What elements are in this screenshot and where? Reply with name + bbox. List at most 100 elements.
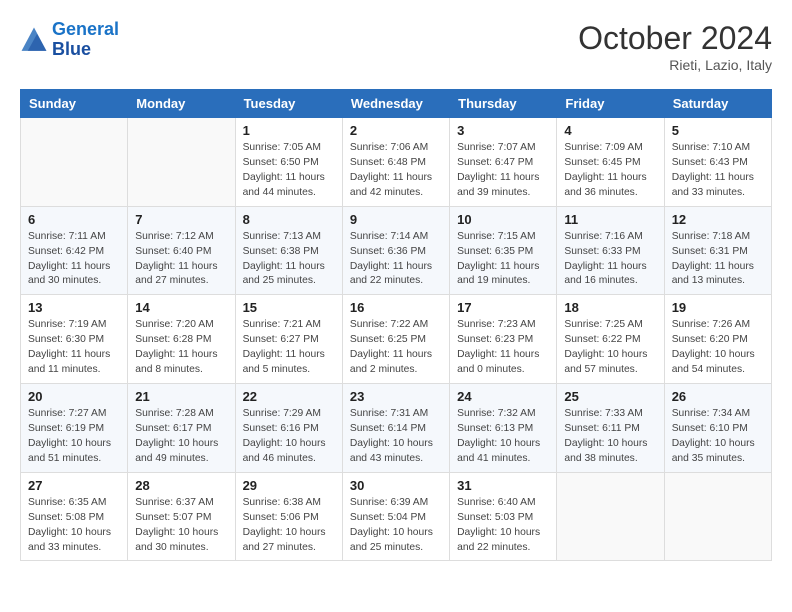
calendar-cell: 6Sunrise: 7:11 AM Sunset: 6:42 PM Daylig… [21, 206, 128, 295]
calendar-cell: 17 Sunrise: 7:23 AM Sunset: 6:23 PM Dayli… [450, 295, 557, 384]
day-number: 11 [564, 212, 656, 227]
day-number: 20 [28, 389, 120, 404]
calendar-cell: 19 Sunrise: 7:26 AM Sunset: 6:20 PM Dayli… [664, 295, 771, 384]
day-number: 23 [350, 389, 442, 404]
day-number: 26 [672, 389, 764, 404]
day-number: 17 [457, 300, 549, 315]
calendar-cell: 24 Sunrise: 7:32 AM Sunset: 6:13 PM Dayli… [450, 384, 557, 473]
calendar-cell [21, 118, 128, 207]
day-number: 31 [457, 478, 549, 493]
calendar-cell [557, 472, 664, 561]
day-number: 13 [28, 300, 120, 315]
calendar-table: SundayMondayTuesdayWednesdayThursdayFrid… [20, 89, 772, 561]
day-info: Sunrise: 7:25 AM Sunset: 6:22 PM Dayligh… [564, 318, 656, 378]
calendar-cell [128, 118, 235, 207]
day-header-thursday: Thursday [450, 90, 557, 118]
calendar-cell: 30Sunrise: 6:39 AM Sunset: 5:04 PM Dayli… [342, 472, 449, 561]
calendar-cell: 27 Sunrise: 6:35 AM Sunset: 5:08 PM Dayli… [21, 472, 128, 561]
calendar-cell: 22Sunrise: 7:29 AM Sunset: 6:16 PM Dayli… [235, 384, 342, 473]
day-number: 7 [135, 212, 227, 227]
day-info: Sunrise: 6:35 AM Sunset: 5:08 PM Dayligh… [28, 496, 120, 556]
day-header-wednesday: Wednesday [342, 90, 449, 118]
calendar-cell: 12Sunrise: 7:18 AM Sunset: 6:31 PM Dayli… [664, 206, 771, 295]
day-header-tuesday: Tuesday [235, 90, 342, 118]
day-info: Sunrise: 6:38 AM Sunset: 5:06 PM Dayligh… [243, 496, 335, 556]
day-number: 12 [672, 212, 764, 227]
day-info: Sunrise: 7:14 AM Sunset: 6:36 PM Dayligh… [350, 230, 442, 290]
day-info: Sunrise: 7:33 AM Sunset: 6:11 PM Dayligh… [564, 407, 656, 467]
day-info: Sunrise: 7:07 AM Sunset: 6:47 PM Dayligh… [457, 141, 549, 201]
day-info: Sunrise: 7:06 AM Sunset: 6:48 PM Dayligh… [350, 141, 442, 201]
day-number: 24 [457, 389, 549, 404]
day-info: Sunrise: 6:40 AM Sunset: 5:03 PM Dayligh… [457, 496, 549, 556]
calendar-cell: 3 Sunrise: 7:07 AM Sunset: 6:47 PM Daylig… [450, 118, 557, 207]
day-info: Sunrise: 7:22 AM Sunset: 6:25 PM Dayligh… [350, 318, 442, 378]
calendar-cell: 7 Sunrise: 7:12 AM Sunset: 6:40 PM Daylig… [128, 206, 235, 295]
day-number: 9 [350, 212, 442, 227]
calendar-cell: 28 Sunrise: 6:37 AM Sunset: 5:07 PM Dayli… [128, 472, 235, 561]
day-header-friday: Friday [557, 90, 664, 118]
month-title: October 2024 [578, 20, 772, 57]
logo: General Blue [20, 20, 119, 60]
day-info: Sunrise: 7:11 AM Sunset: 6:42 PM Dayligh… [28, 230, 120, 290]
day-number: 18 [564, 300, 656, 315]
day-info: Sunrise: 7:12 AM Sunset: 6:40 PM Dayligh… [135, 230, 227, 290]
day-info: Sunrise: 7:26 AM Sunset: 6:20 PM Dayligh… [672, 318, 764, 378]
day-info: Sunrise: 7:27 AM Sunset: 6:19 PM Dayligh… [28, 407, 120, 467]
day-info: Sunrise: 7:19 AM Sunset: 6:30 PM Dayligh… [28, 318, 120, 378]
calendar-cell: 21Sunrise: 7:28 AM Sunset: 6:17 PM Dayli… [128, 384, 235, 473]
day-number: 25 [564, 389, 656, 404]
calendar-cell: 13 Sunrise: 7:19 AM Sunset: 6:30 PM Dayli… [21, 295, 128, 384]
day-number: 4 [564, 123, 656, 138]
day-number: 10 [457, 212, 549, 227]
location-subtitle: Rieti, Lazio, Italy [578, 57, 772, 73]
day-info: Sunrise: 7:15 AM Sunset: 6:35 PM Dayligh… [457, 230, 549, 290]
calendar-cell: 5Sunrise: 7:10 AM Sunset: 6:43 PM Daylig… [664, 118, 771, 207]
page-header: General Blue October 2024 Rieti, Lazio, … [20, 20, 772, 73]
day-number: 8 [243, 212, 335, 227]
day-header-monday: Monday [128, 90, 235, 118]
calendar-cell: 25 Sunrise: 7:33 AM Sunset: 6:11 PM Dayli… [557, 384, 664, 473]
day-info: Sunrise: 7:29 AM Sunset: 6:16 PM Dayligh… [243, 407, 335, 467]
day-number: 19 [672, 300, 764, 315]
day-number: 16 [350, 300, 442, 315]
calendar-cell: 29 Sunrise: 6:38 AM Sunset: 5:06 PM Dayli… [235, 472, 342, 561]
day-info: Sunrise: 7:16 AM Sunset: 6:33 PM Dayligh… [564, 230, 656, 290]
logo-icon [20, 26, 48, 54]
calendar-cell: 26 Sunrise: 7:34 AM Sunset: 6:10 PM Dayli… [664, 384, 771, 473]
calendar-cell: 11 Sunrise: 7:16 AM Sunset: 6:33 PM Dayli… [557, 206, 664, 295]
calendar-cell: 10 Sunrise: 7:15 AM Sunset: 6:35 PM Dayli… [450, 206, 557, 295]
calendar-cell: 4 Sunrise: 7:09 AM Sunset: 6:45 PM Daylig… [557, 118, 664, 207]
calendar-cell: 23Sunrise: 7:31 AM Sunset: 6:14 PM Dayli… [342, 384, 449, 473]
day-number: 2 [350, 123, 442, 138]
day-number: 27 [28, 478, 120, 493]
day-info: Sunrise: 7:28 AM Sunset: 6:17 PM Dayligh… [135, 407, 227, 467]
calendar-cell: 1 Sunrise: 7:05 AM Sunset: 6:50 PM Daylig… [235, 118, 342, 207]
calendar-cell: 16 Sunrise: 7:22 AM Sunset: 6:25 PM Dayli… [342, 295, 449, 384]
day-info: Sunrise: 7:23 AM Sunset: 6:23 PM Dayligh… [457, 318, 549, 378]
day-info: Sunrise: 7:05 AM Sunset: 6:50 PM Dayligh… [243, 141, 335, 201]
day-info: Sunrise: 6:37 AM Sunset: 5:07 PM Dayligh… [135, 496, 227, 556]
day-header-saturday: Saturday [664, 90, 771, 118]
calendar-cell: 18 Sunrise: 7:25 AM Sunset: 6:22 PM Dayli… [557, 295, 664, 384]
calendar-cell: 31 Sunrise: 6:40 AM Sunset: 5:03 PM Dayli… [450, 472, 557, 561]
day-info: Sunrise: 7:13 AM Sunset: 6:38 PM Dayligh… [243, 230, 335, 290]
day-info: Sunrise: 7:20 AM Sunset: 6:28 PM Dayligh… [135, 318, 227, 378]
day-info: Sunrise: 7:09 AM Sunset: 6:45 PM Dayligh… [564, 141, 656, 201]
calendar-cell: 20 Sunrise: 7:27 AM Sunset: 6:19 PM Dayli… [21, 384, 128, 473]
day-number: 3 [457, 123, 549, 138]
title-block: October 2024 Rieti, Lazio, Italy [578, 20, 772, 73]
logo-text: General Blue [52, 20, 119, 60]
day-info: Sunrise: 7:32 AM Sunset: 6:13 PM Dayligh… [457, 407, 549, 467]
day-number: 28 [135, 478, 227, 493]
day-header-sunday: Sunday [21, 90, 128, 118]
calendar-cell: 2 Sunrise: 7:06 AM Sunset: 6:48 PM Daylig… [342, 118, 449, 207]
calendar-cell [664, 472, 771, 561]
calendar-cell: 15Sunrise: 7:21 AM Sunset: 6:27 PM Dayli… [235, 295, 342, 384]
day-number: 1 [243, 123, 335, 138]
day-info: Sunrise: 7:34 AM Sunset: 6:10 PM Dayligh… [672, 407, 764, 467]
day-number: 30 [350, 478, 442, 493]
day-info: Sunrise: 7:21 AM Sunset: 6:27 PM Dayligh… [243, 318, 335, 378]
day-number: 29 [243, 478, 335, 493]
day-number: 5 [672, 123, 764, 138]
